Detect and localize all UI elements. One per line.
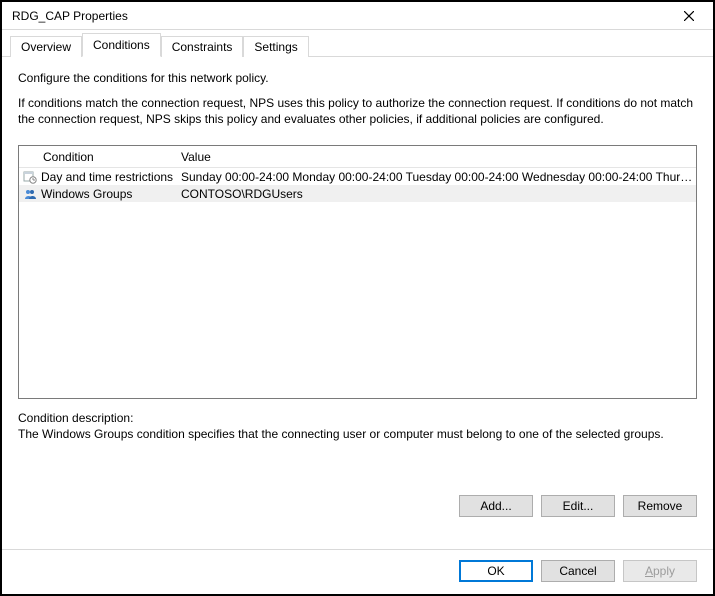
column-header-condition[interactable]: Condition: [19, 150, 177, 164]
titlebar: RDG_CAP Properties: [2, 2, 713, 30]
table-row[interactable]: Day and time restrictions Sunday 00:00-2…: [19, 168, 696, 185]
table-row[interactable]: Windows Groups CONTOSO\RDGUsers: [19, 185, 696, 202]
close-button[interactable]: [669, 2, 709, 29]
tab-strip: Overview Conditions Constraints Settings: [2, 30, 713, 57]
group-icon: [19, 187, 41, 201]
intro-line-1: Configure the conditions for this networ…: [18, 71, 697, 85]
ok-button[interactable]: OK: [459, 560, 533, 582]
cell-condition: Day and time restrictions: [41, 170, 177, 184]
edit-button[interactable]: Edit...: [541, 495, 615, 517]
tab-conditions[interactable]: Conditions: [82, 33, 161, 57]
cancel-button[interactable]: Cancel: [541, 560, 615, 582]
conditions-list-body: Day and time restrictions Sunday 00:00-2…: [19, 168, 696, 398]
conditions-list[interactable]: Condition Value Day and time restriction…: [18, 145, 697, 399]
close-icon: [684, 11, 694, 21]
tab-overview[interactable]: Overview: [10, 36, 82, 57]
condition-description-label: Condition description:: [18, 411, 697, 425]
conditions-list-header: Condition Value: [19, 146, 696, 168]
dialog-button-row: OK Cancel Apply: [18, 560, 697, 582]
add-button[interactable]: Add...: [459, 495, 533, 517]
cell-value: Sunday 00:00-24:00 Monday 00:00-24:00 Tu…: [177, 170, 696, 184]
intro-line-2: If conditions match the connection reque…: [18, 95, 697, 127]
apply-rest: pply: [653, 564, 675, 578]
cell-value: CONTOSO\RDGUsers: [177, 187, 696, 201]
tab-panel-conditions: Configure the conditions for this networ…: [2, 57, 713, 535]
apply-mnemonic: A: [645, 564, 653, 578]
remove-button[interactable]: Remove: [623, 495, 697, 517]
tab-settings[interactable]: Settings: [243, 36, 308, 57]
calendar-clock-icon: [19, 170, 41, 184]
column-header-value[interactable]: Value: [177, 150, 696, 164]
dialog-button-area: OK Cancel Apply: [2, 549, 713, 594]
condition-description-text: The Windows Groups condition specifies t…: [18, 427, 697, 441]
list-button-row: Add... Edit... Remove: [18, 495, 697, 517]
apply-button: Apply: [623, 560, 697, 582]
cell-condition: Windows Groups: [41, 187, 177, 201]
window-title: RDG_CAP Properties: [12, 9, 669, 23]
tab-constraints[interactable]: Constraints: [161, 36, 244, 57]
